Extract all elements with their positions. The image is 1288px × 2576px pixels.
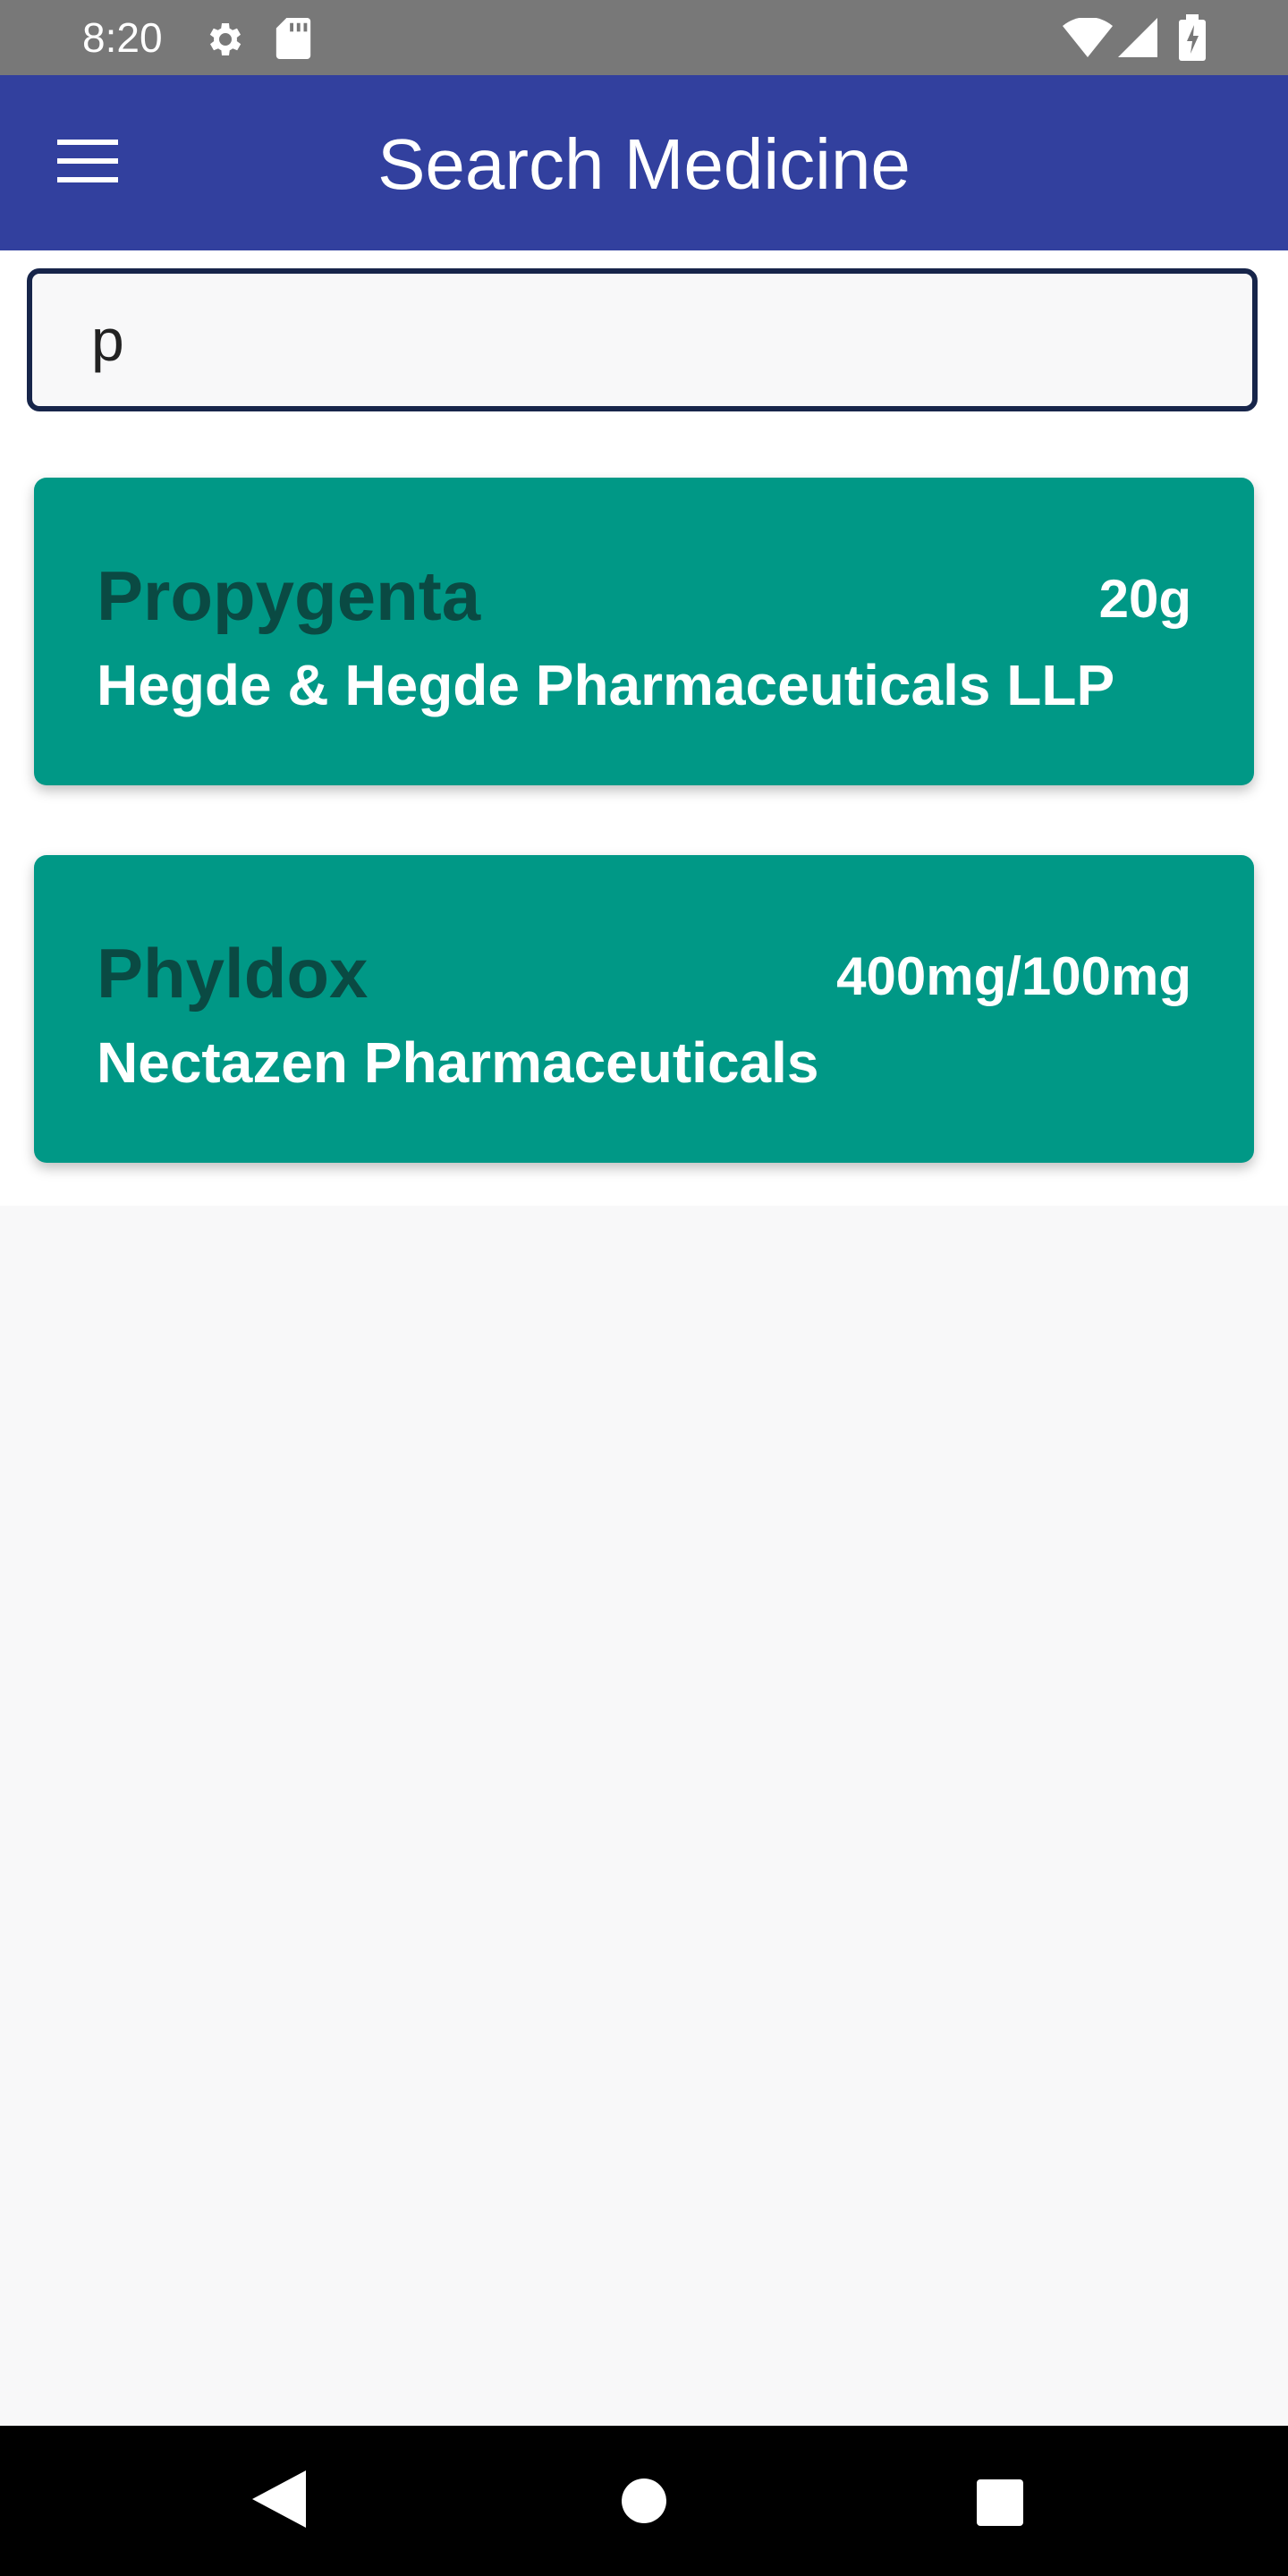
status-bar: 8:20 bbox=[0, 0, 1288, 75]
back-button[interactable] bbox=[252, 2470, 306, 2532]
status-time: 8:20 bbox=[82, 14, 163, 61]
home-button[interactable] bbox=[621, 2478, 667, 2529]
medicine-manufacturer: Nectazen Pharmaceuticals bbox=[97, 1030, 819, 1095]
medicine-card[interactable]: Propygenta 20g Hegde & Hegde Pharmaceuti… bbox=[34, 478, 1254, 785]
home-icon bbox=[621, 2479, 667, 2528]
medicine-name: Phyldox bbox=[97, 934, 369, 1013]
results-list: Propygenta 20g Hegde & Hegde Pharmaceuti… bbox=[0, 426, 1288, 1206]
gear-icon bbox=[202, 18, 245, 65]
wifi-icon bbox=[1063, 16, 1113, 62]
battery-icon bbox=[1179, 14, 1206, 65]
app-bar: Search Medicine bbox=[0, 75, 1288, 250]
medicine-strength: 20g bbox=[1098, 569, 1191, 629]
signal-icon bbox=[1118, 18, 1157, 62]
medicine-name: Propygenta bbox=[97, 556, 481, 635]
recents-icon bbox=[977, 2479, 1023, 2529]
medicine-manufacturer: Hegde & Hegde Pharmaceuticals LLP bbox=[97, 653, 1115, 717]
page-title: Search Medicine bbox=[377, 124, 911, 204]
navigation-bar bbox=[0, 2426, 1288, 2576]
recents-button[interactable] bbox=[977, 2479, 1023, 2530]
medicine-card[interactable]: Phyldox 400mg/100mg Nectazen Pharmaceuti… bbox=[34, 855, 1254, 1163]
back-icon bbox=[252, 2470, 306, 2531]
sd-card-icon bbox=[275, 18, 311, 64]
medicine-strength: 400mg/100mg bbox=[836, 946, 1191, 1006]
search-input[interactable] bbox=[27, 268, 1258, 411]
search-bar bbox=[0, 250, 1288, 426]
